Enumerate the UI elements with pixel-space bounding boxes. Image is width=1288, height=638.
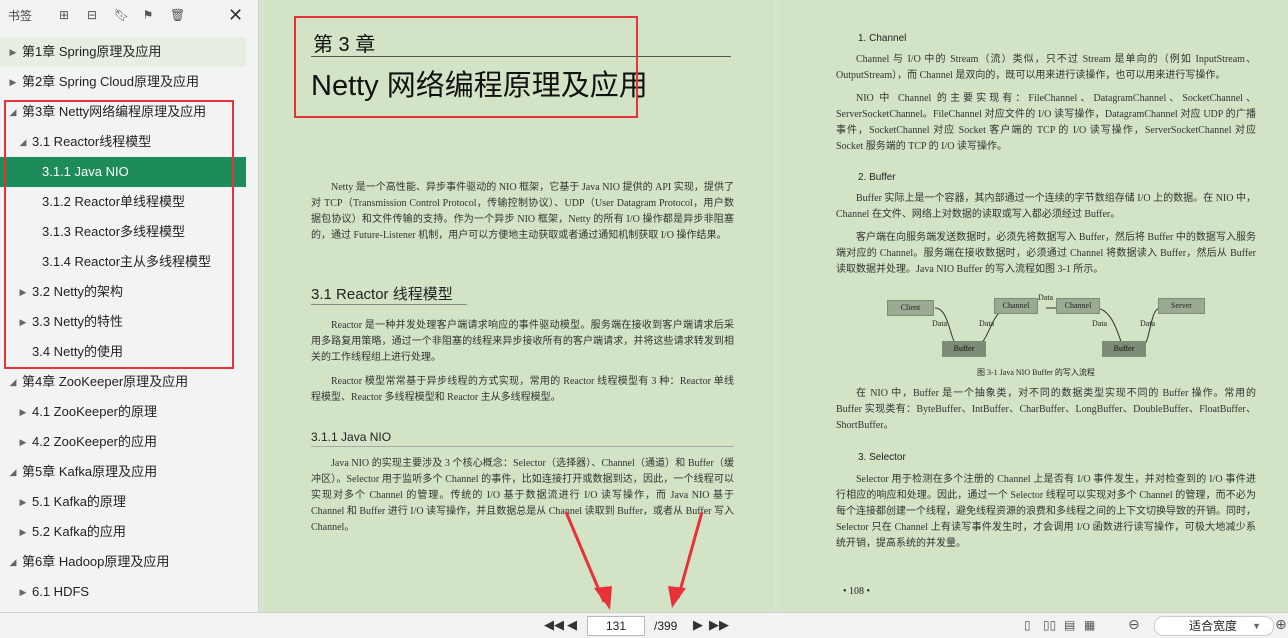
tree-item-label: 第2章 Spring Cloud原理及应用 — [22, 74, 199, 89]
scroll-icon[interactable]: ▤ — [1064, 618, 1075, 632]
expand-arrow-icon[interactable]: ▶ — [18, 397, 28, 427]
bookmark-edit-icon[interactable]: ⚑ — [142, 9, 154, 21]
tree-item-4-1[interactable]: ▶ 4.1 ZooKeeper的原理 — [0, 397, 246, 427]
tree-item-6-1[interactable]: ▶ 6.1 HDFS — [0, 577, 246, 607]
tree-item-label: 4.2 ZooKeeper的应用 — [32, 434, 158, 449]
page-number: • 108 • — [843, 586, 871, 597]
tree-item-ch1[interactable]: ▶ 第1章 Spring原理及应用 — [0, 37, 246, 67]
heading-channel: 1. Channel — [858, 33, 907, 44]
tree-item-5-1[interactable]: ▶ 5.1 Kafka的原理 — [0, 487, 246, 517]
intro-paragraph: Netty 是一个高性能、异步事件驱动的 NIO 框架，它基于 Java NIO… — [311, 182, 734, 241]
tree-item-label: 第1章 Spring原理及应用 — [22, 44, 162, 59]
add-bookmark-icon[interactable]: ⊞ — [58, 9, 70, 21]
tree-item-label: 6.1 HDFS — [32, 584, 90, 599]
first-page-icon[interactable]: ◀◀ — [544, 617, 564, 633]
bookmark-icon[interactable]: 🔖︎ — [114, 9, 129, 21]
buffer-box-2: Buffer — [1102, 341, 1146, 357]
data-label: Data — [1038, 293, 1054, 302]
heading-selector: 3. Selector — [858, 452, 906, 463]
single-page-icon[interactable]: ▯ — [1024, 618, 1031, 632]
sidebar-title: 书签 — [8, 8, 33, 23]
section-rule — [311, 446, 734, 447]
zoom-label: 适合宽度 — [1189, 619, 1238, 633]
tree-item-label: 第5章 Kafka原理及应用 — [22, 464, 158, 479]
section-3-1-paragraph-2: Reactor 模型常常基于异步线程的方式实现，常用的 Reactor 线程模型… — [311, 376, 734, 403]
tree-item-4-2[interactable]: ▶ 4.2 ZooKeeper的应用 — [0, 427, 246, 457]
next-page-icon[interactable]: ▶ — [693, 617, 703, 633]
status-bar: ◀◀ ◀ 131 /399 ▶ ▶▶ ▯ ▯▯ ▤ ▦ ⊖ 适合宽度 ▼ ⊕ — [0, 612, 1288, 638]
expand-arrow-icon[interactable]: ▶ — [8, 37, 18, 67]
arrowhead — [594, 586, 612, 610]
expand-arrow-icon[interactable]: ▶ — [18, 517, 28, 547]
tree-item-5-2[interactable]: ▶ 5.2 Kafka的应用 — [0, 517, 246, 547]
section-3-1-paragraph-1: Reactor 是一种并发处理客户端请求响应的事件驱动模型。服务端在接收到客户端… — [311, 320, 734, 363]
highlight-box-sidebar — [4, 100, 234, 369]
delete-icon[interactable]: 🗑︎ — [170, 9, 185, 21]
dropdown-icon[interactable]: ▼ — [1252, 617, 1261, 635]
tree-item-label: 5.2 Kafka的应用 — [32, 524, 126, 539]
channel-box-2: Channel — [1056, 298, 1100, 314]
collapse-arrow-icon[interactable]: ◢ — [8, 367, 18, 397]
zoom-select[interactable]: 适合宽度 ▼ — [1154, 616, 1274, 636]
buffer-box-1: Buffer — [942, 341, 986, 357]
collapse-arrow-icon[interactable]: ◢ — [8, 457, 18, 487]
expand-arrow-icon[interactable]: ▶ — [18, 427, 28, 457]
figure-caption: 图 3-1 Java NIO Buffer 的写入流程 — [977, 368, 1095, 377]
channel-box-1: Channel — [994, 298, 1038, 314]
expand-arrow-icon[interactable]: ▶ — [18, 487, 28, 517]
section-3-1-heading: 3.1 Reactor 线程模型 — [311, 286, 453, 303]
client-box: Client — [887, 300, 934, 316]
data-label: Data — [1140, 319, 1156, 328]
buffer-paragraph-2: 客户端在向服务端发送数据时，必须先将数据写入 Buffer，然后将 Buffer… — [836, 232, 1256, 275]
last-page-icon[interactable]: ▶▶ — [709, 617, 729, 633]
tree-item-label: 第4章 ZooKeeper原理及应用 — [22, 374, 189, 389]
data-label: Data — [979, 319, 995, 328]
expand-arrow-icon[interactable]: ▶ — [18, 577, 28, 607]
zoom-out-icon[interactable]: ⊖ — [1128, 616, 1140, 633]
sidebar-toolbar: 书签 ⊞ ⊟ 🔖︎ ⚑ 🗑︎ ✕ — [0, 0, 258, 30]
red-arrow-right — [676, 511, 704, 599]
annotation-arrows — [564, 511, 704, 610]
bookmark-sidebar: 书签 ⊞ ⊟ 🔖︎ ⚑ 🗑︎ ✕ ▶ 第1章 Spring原理及应用 ▶ 第2章… — [0, 0, 259, 612]
channel-paragraph-2: NIO 中 Channel 的主要实现有：FileChannel、Datagra… — [836, 93, 1256, 152]
tree-item-label: 第6章 Hadoop原理及应用 — [22, 554, 170, 569]
buffer-paragraph-3: 在 NIO 中，Buffer 是一个抽象类，对不同的数据类型实现不同的 Buff… — [836, 388, 1256, 431]
channel-paragraph-1: Channel 与 I/O 中的 Stream（流）类似，只不过 Stream … — [836, 54, 1256, 81]
tree-item-label: 4.1 ZooKeeper的原理 — [32, 404, 158, 419]
zoom-in-icon[interactable]: ⊕ — [1275, 616, 1287, 633]
selector-paragraph: Selector 用于检测在多个注册的 Channel 上是否有 I/O 事件发… — [836, 474, 1256, 549]
heading-buffer: 2. Buffer — [858, 172, 896, 183]
page-number-input[interactable]: 131 — [587, 616, 645, 636]
page-total: /399 — [654, 619, 678, 633]
close-icon[interactable]: ✕ — [228, 6, 243, 24]
tree-item-ch4[interactable]: ◢ 第4章 ZooKeeper原理及应用 — [0, 367, 246, 397]
section-3-1-1-heading: 3.1.1 Java NIO — [311, 430, 392, 444]
collapse-arrow-icon[interactable]: ◢ — [8, 547, 18, 577]
two-page-icon[interactable]: ▯▯ — [1043, 618, 1056, 632]
data-label: Data — [1092, 319, 1108, 328]
tree-item-ch6[interactable]: ◢ 第6章 Hadoop原理及应用 — [0, 547, 246, 577]
tree-item-ch5[interactable]: ◢ 第5章 Kafka原理及应用 — [0, 457, 246, 487]
data-label: Data — [932, 319, 948, 328]
server-box: Server — [1158, 298, 1205, 314]
tree-item-ch2[interactable]: ▶ 第2章 Spring Cloud原理及应用 — [0, 67, 246, 97]
prev-page-icon[interactable]: ◀ — [567, 617, 577, 633]
buffer-paragraph-1: Buffer 实际上是一个容器，其内部通过一个连续的字节数组存储 I/O 上的数… — [836, 193, 1256, 220]
expand-arrow-icon[interactable]: ▶ — [8, 67, 18, 97]
highlight-box-chapter — [294, 16, 638, 118]
section-rule — [311, 304, 467, 305]
remove-bookmark-icon[interactable]: ⊟ — [86, 9, 98, 21]
arrowhead — [668, 586, 686, 608]
thumbnail-icon[interactable]: ▦ — [1084, 618, 1095, 632]
tree-item-label: 5.1 Kafka的原理 — [32, 494, 126, 509]
